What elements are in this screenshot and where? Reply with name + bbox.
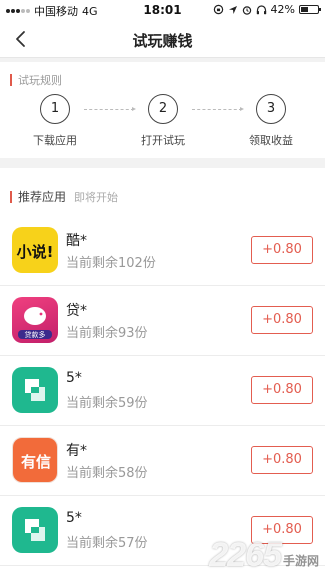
app-row[interactable]: 小说! 酷* 当前剩余102份 +0.80 bbox=[0, 216, 325, 286]
app-remaining: 当前剩余102份 bbox=[66, 256, 156, 271]
app-row[interactable]: 5* 当前剩余59份 +0.80 bbox=[0, 356, 325, 426]
step-label: 领取收益 bbox=[249, 134, 293, 147]
status-right: 42% bbox=[213, 3, 321, 16]
svg-text:小说!: 小说! bbox=[17, 243, 54, 261]
rules-title: 试玩规则 bbox=[18, 74, 62, 87]
accent-bar bbox=[10, 74, 12, 86]
app-remaining: 当前剩余57份 bbox=[66, 536, 148, 551]
svg-text:贷款多: 贷款多 bbox=[25, 330, 46, 339]
step-number: 3 bbox=[256, 94, 286, 124]
reward-button[interactable]: +0.80 bbox=[251, 376, 313, 404]
app-name: 5* bbox=[66, 510, 82, 526]
step-1: 1 下载应用 bbox=[20, 94, 90, 148]
xiaoshuo-app-icon: 小说! bbox=[12, 227, 58, 273]
app-name: 有* bbox=[66, 443, 87, 459]
app-remaining: 当前剩余58份 bbox=[66, 466, 148, 481]
reward-button[interactable]: +0.80 bbox=[251, 306, 313, 334]
step-number: 2 bbox=[148, 94, 178, 124]
app-name: 酷* bbox=[66, 233, 87, 249]
app-row[interactable]: 有信 有* 当前剩余58份 +0.80 bbox=[0, 426, 325, 496]
app-remaining: 当前剩余59份 bbox=[66, 396, 148, 411]
battery-percent: 42% bbox=[270, 3, 295, 16]
step-3: 3 领取收益 bbox=[236, 94, 306, 148]
watermark-text: 手游网 bbox=[282, 554, 319, 568]
watermark: 2265 手游网 bbox=[209, 536, 319, 575]
recommend-header: 推荐应用 即将开始 bbox=[10, 188, 118, 205]
green-app-icon bbox=[12, 507, 58, 553]
step-connector bbox=[84, 107, 136, 111]
lock-rotation-icon bbox=[213, 4, 223, 15]
reward-button[interactable]: +0.80 bbox=[251, 446, 313, 474]
daikuan-app-icon: 贷款多 bbox=[12, 297, 58, 343]
accent-bar bbox=[10, 190, 12, 203]
step-2: 2 打开试玩 bbox=[128, 94, 198, 148]
rules-section: 试玩规则 1 下载应用 2 打开试玩 3 领取收益 bbox=[0, 62, 325, 158]
recommend-title: 推荐应用 bbox=[18, 190, 67, 204]
status-bar: 中国移动 4G 18:01 42% bbox=[0, 0, 325, 20]
step-number: 1 bbox=[40, 94, 70, 124]
step-label: 打开试玩 bbox=[141, 134, 185, 147]
green-app-icon bbox=[12, 367, 58, 413]
youxin-app-icon: 有信 bbox=[12, 437, 58, 483]
alarm-icon bbox=[242, 5, 251, 15]
nav-bar: 试玩赚钱 bbox=[0, 20, 325, 58]
step-label: 下载应用 bbox=[33, 134, 77, 147]
app-name: 5* bbox=[66, 370, 82, 386]
recommend-section: 推荐应用 即将开始 小说! 酷* 当前剩余102份 +0.80 贷款多 贷* 当… bbox=[0, 168, 325, 579]
app-row[interactable]: 贷款多 贷* 当前剩余93份 +0.80 bbox=[0, 286, 325, 356]
recommend-subtitle: 即将开始 bbox=[74, 190, 119, 204]
rules-header: 试玩规则 bbox=[10, 72, 62, 88]
app-name: 贷* bbox=[66, 303, 87, 319]
app-remaining: 当前剩余93份 bbox=[66, 326, 148, 341]
headphones-icon bbox=[256, 4, 266, 14]
battery-icon bbox=[299, 5, 321, 14]
page-title: 试玩赚钱 bbox=[132, 32, 193, 50]
step-connector bbox=[192, 107, 244, 111]
location-icon bbox=[228, 5, 237, 14]
svg-text:有信: 有信 bbox=[21, 453, 51, 471]
reward-button[interactable]: +0.80 bbox=[251, 236, 313, 264]
rules-steps: 1 下载应用 2 打开试玩 3 领取收益 bbox=[0, 94, 325, 154]
watermark-number: 2265 bbox=[209, 536, 282, 574]
